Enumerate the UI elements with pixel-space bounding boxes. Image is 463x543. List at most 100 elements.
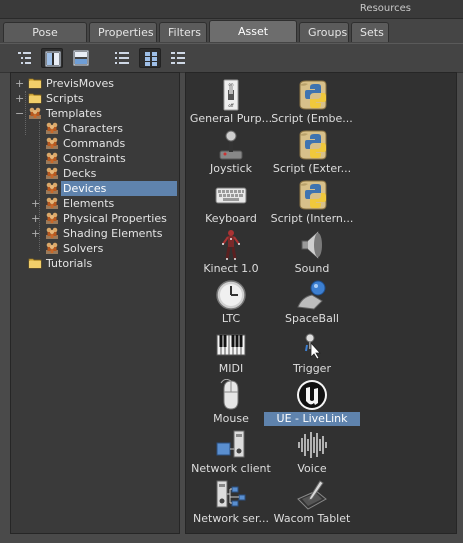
asset-label: UE - LiveLink [264,412,360,426]
icon-view-button[interactable] [139,48,161,68]
asset-trigger[interactable]: Trigger [270,327,354,377]
template-icon [45,166,59,180]
expand-icon[interactable]: + [15,78,24,89]
tree-view-button[interactable] [14,48,36,68]
asset-spaceball[interactable]: SpaceBall [270,277,354,327]
asset-script-embedded[interactable]: Script (Embe... [270,77,354,127]
tree-item-devices[interactable]: Devices [31,181,177,196]
expand-icon[interactable]: + [31,213,40,224]
asset-voice[interactable]: Voice [270,427,354,477]
keyboard-icon [215,187,247,204]
asset-general-purpose[interactable]: on off General Purp... [189,77,273,127]
folder-icon [28,76,42,90]
tree-item-elements[interactable]: + Elements [31,196,175,211]
tree-item-physical-properties[interactable]: + Physical Properties [31,211,175,226]
view-toolbar [0,43,463,73]
tab-groups[interactable]: Groups [299,22,349,42]
template-icon [45,196,59,210]
asset-tree-panel[interactable]: + PrevisMoves + Scripts − Templates Char… [10,72,180,534]
tree-item-templates[interactable]: − Templates [15,106,175,121]
template-icon [45,211,59,225]
asset-mouse[interactable]: Mouse [189,377,273,427]
asset-ltc[interactable]: LTC [189,277,273,327]
icon-view-icon [145,52,157,66]
asset-keyboard[interactable]: Keyboard [189,177,273,227]
tree-item-shading-elements[interactable]: + Shading Elements [31,226,175,241]
tree-item-label: Shading Elements [63,227,163,240]
tree-item-label: Physical Properties [63,212,167,225]
network-client-icon [216,430,245,458]
tree-item-label: Devices [61,181,177,196]
tab-sets[interactable]: Sets [351,22,389,42]
tree-item-label: Commands [63,137,126,150]
template-icon [45,136,59,150]
tree-item-label: PrevisMoves [46,77,115,90]
asset-icon-grid[interactable]: on off General Purp... Script (Embe... J… [185,72,457,534]
folder-icon [28,256,42,270]
asset-wacom-tablet[interactable]: Wacom Tablet [270,477,354,527]
tree-item-tutorials[interactable]: Tutorials [15,256,175,271]
mouse-icon [220,379,239,410]
voice-waveform-icon [298,432,327,458]
asset-script-external[interactable]: Script (Exter... [270,127,354,177]
collapse-icon[interactable]: − [15,108,24,119]
asset-label: Script (Embe... [271,112,353,125]
split-vertical-button[interactable] [41,48,63,68]
trigger-pointer-icon [305,333,321,360]
detail-view-icon [171,52,185,64]
list-view-icon [115,52,129,64]
tree-item-label: Decks [63,167,97,180]
window-title: Resources [359,3,411,14]
tree-item-label: Solvers [63,242,104,255]
svg-text:off: off [228,103,233,108]
list-view-button[interactable] [111,48,133,68]
asset-kinect[interactable]: Kinect 1.0 [189,227,273,277]
kinect-figure-icon [222,230,240,260]
template-icon [28,106,42,120]
tree-item-solvers[interactable]: Solvers [31,241,175,256]
tree-item-label: Scripts [46,92,84,105]
tree-item-characters[interactable]: Characters [31,121,175,136]
joystick-icon [219,130,243,160]
asset-label: Voice [297,462,327,475]
tree-item-commands[interactable]: Commands [31,136,175,151]
tab-properties[interactable]: Properties [89,22,157,42]
split-horizontal-icon [73,50,89,66]
asset-network-client[interactable]: Network client [189,427,273,477]
tree-item-scripts[interactable]: + Scripts [15,91,175,106]
tree-item-decks[interactable]: Decks [31,166,175,181]
svg-text:on: on [229,82,234,87]
tab-filters[interactable]: Filters [159,22,207,42]
tree-item-previsMoves[interactable]: + PrevisMoves [15,76,175,91]
split-horizontal-button[interactable] [70,48,92,68]
asset-sound[interactable]: Sound [270,227,354,277]
asset-joystick[interactable]: Joystick [189,127,273,177]
expand-icon[interactable]: + [31,228,40,239]
clock-icon [216,280,246,310]
detail-view-button[interactable] [167,48,189,68]
network-server-icon [216,480,246,508]
python-script-icon [296,129,328,161]
asset-label: SpaceBall [285,312,339,325]
python-script-icon [296,179,328,211]
tablet-pen-icon [297,480,327,510]
tree-item-constraints[interactable]: Constraints [31,151,175,166]
tab-asset-browser[interactable]: Asset Browser [209,20,297,60]
expand-icon[interactable]: + [31,198,40,209]
asset-label: Trigger [293,362,331,375]
template-icon [45,241,59,255]
asset-script-internal[interactable]: Script (Intern... [270,177,354,227]
tab-pose-controls[interactable]: Pose Controls [3,22,87,59]
asset-midi[interactable]: MIDI [189,327,273,377]
tree-item-label: Tutorials [46,257,93,270]
window-title-bar: Resources [0,0,463,19]
asset-label: Script (Intern... [270,212,354,225]
tree-view-icon [18,52,31,64]
asset-ue-livelink[interactable]: UE - LiveLink [264,377,360,427]
template-icon [45,151,59,165]
asset-network-server[interactable]: Network ser... [189,477,273,527]
piano-keys-icon [216,334,246,356]
python-script-icon [296,79,328,111]
template-icon [45,181,59,195]
expand-icon[interactable]: + [15,93,24,104]
